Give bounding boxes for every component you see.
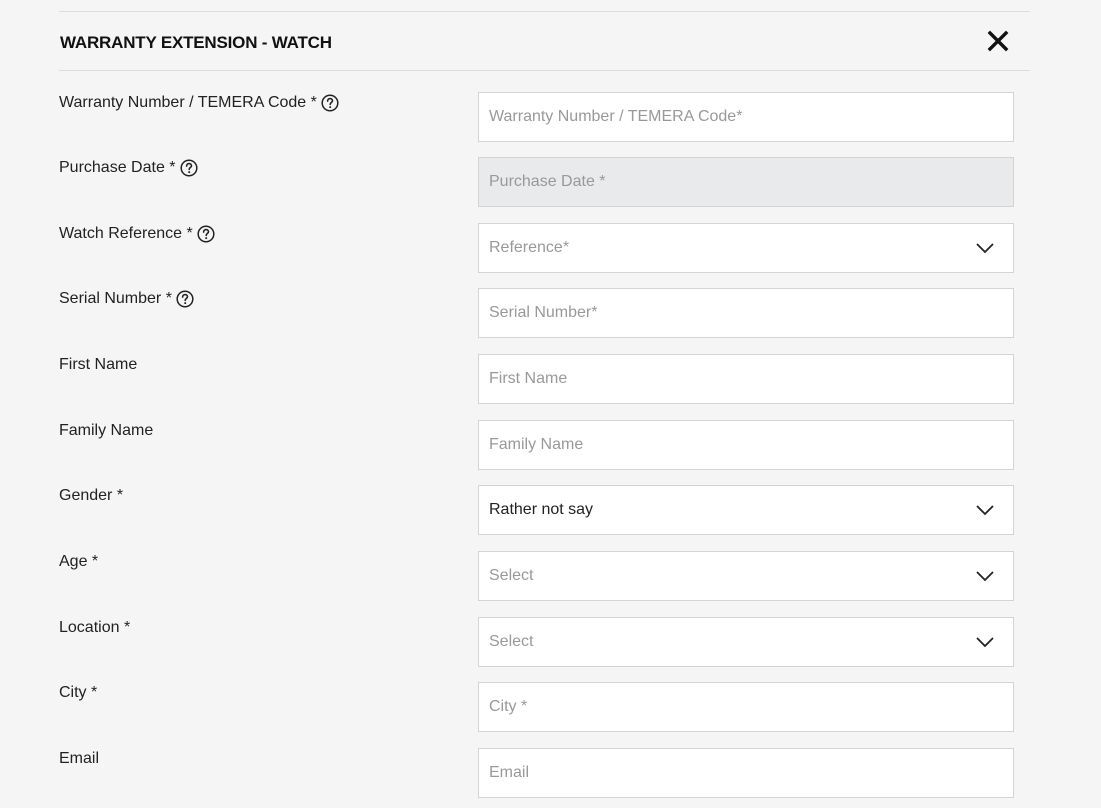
first-name-label-text: First Name xyxy=(59,356,138,373)
gender-value: Rather not say xyxy=(489,501,594,518)
form-row-location: Location * Select xyxy=(59,617,1014,667)
serial-number-input[interactable] xyxy=(478,288,1014,338)
form-row-family-name: Family Name xyxy=(59,420,1014,470)
form-row-warranty-number: Warranty Number / TEMERA Code * xyxy=(59,92,1014,142)
age-label: Age * xyxy=(59,553,98,571)
email-label: Email xyxy=(59,750,99,768)
city-input[interactable] xyxy=(478,682,1014,732)
watch-reference-label: Watch Reference * xyxy=(59,225,215,243)
city-label: City * xyxy=(59,684,97,702)
gender-select[interactable]: Rather not say xyxy=(478,485,1014,535)
location-label-text: Location * xyxy=(59,619,131,636)
help-icon[interactable] xyxy=(197,225,215,243)
email-input[interactable] xyxy=(478,748,1014,798)
gender-label: Gender * xyxy=(59,487,123,505)
watch-reference-select[interactable]: Reference* xyxy=(478,223,1014,273)
form-row-purchase-date: Purchase Date * xyxy=(59,157,1014,207)
family-name-label: Family Name xyxy=(59,422,153,440)
chevron-down-icon xyxy=(976,571,994,582)
email-label-text: Email xyxy=(59,750,100,767)
modal-header: WARRANTY EXTENSION - WATCH xyxy=(59,11,1030,71)
help-icon[interactable] xyxy=(179,159,198,177)
age-label-text: Age * xyxy=(59,553,99,570)
serial-number-label-text: Serial Number * xyxy=(59,290,172,307)
age-value: Select xyxy=(489,567,534,584)
location-select[interactable]: Select xyxy=(478,617,1014,667)
form-row-gender: Gender * Rather not say xyxy=(59,485,1014,535)
form-row-serial-number: Serial Number * xyxy=(59,288,1014,338)
gender-label-text: Gender * xyxy=(59,487,124,504)
chevron-down-icon xyxy=(976,637,994,648)
close-icon[interactable] xyxy=(987,30,1009,52)
family-name-input[interactable] xyxy=(478,420,1014,470)
purchase-date-input[interactable] xyxy=(478,157,1014,207)
family-name-label-text: Family Name xyxy=(59,422,154,439)
location-value: Select xyxy=(489,633,534,650)
watch-reference-value: Reference* xyxy=(489,239,570,256)
first-name-input[interactable] xyxy=(478,354,1014,404)
location-label: Location * xyxy=(59,619,130,637)
city-label-text: City * xyxy=(59,684,98,701)
purchase-date-label-text: Purchase Date * xyxy=(59,159,176,176)
serial-number-label: Serial Number * xyxy=(59,290,194,308)
purchase-date-label: Purchase Date * xyxy=(59,159,198,177)
form-row-email: Email xyxy=(59,748,1014,798)
first-name-label: First Name xyxy=(59,356,137,374)
warranty-number-input[interactable] xyxy=(478,92,1014,142)
watch-reference-label-text: Watch Reference * xyxy=(59,225,193,242)
modal-title: WARRANTY EXTENSION - WATCH xyxy=(60,33,332,52)
chevron-down-icon xyxy=(976,243,994,254)
form-row-city: City * xyxy=(59,682,1014,732)
help-icon[interactable] xyxy=(321,94,339,112)
chevron-down-icon xyxy=(976,505,994,516)
warranty-number-label: Warranty Number / TEMERA Code * xyxy=(59,94,339,112)
form-row-age: Age * Select xyxy=(59,551,1014,601)
age-select[interactable]: Select xyxy=(478,551,1014,601)
warranty-number-label-text: Warranty Number / TEMERA Code * xyxy=(59,94,317,111)
warranty-modal: WARRANTY EXTENSION - WATCH xyxy=(59,11,1030,71)
help-icon[interactable] xyxy=(176,290,194,308)
form-row-first-name: First Name xyxy=(59,354,1014,404)
form-row-watch-reference: Watch Reference * Reference* xyxy=(59,223,1014,273)
